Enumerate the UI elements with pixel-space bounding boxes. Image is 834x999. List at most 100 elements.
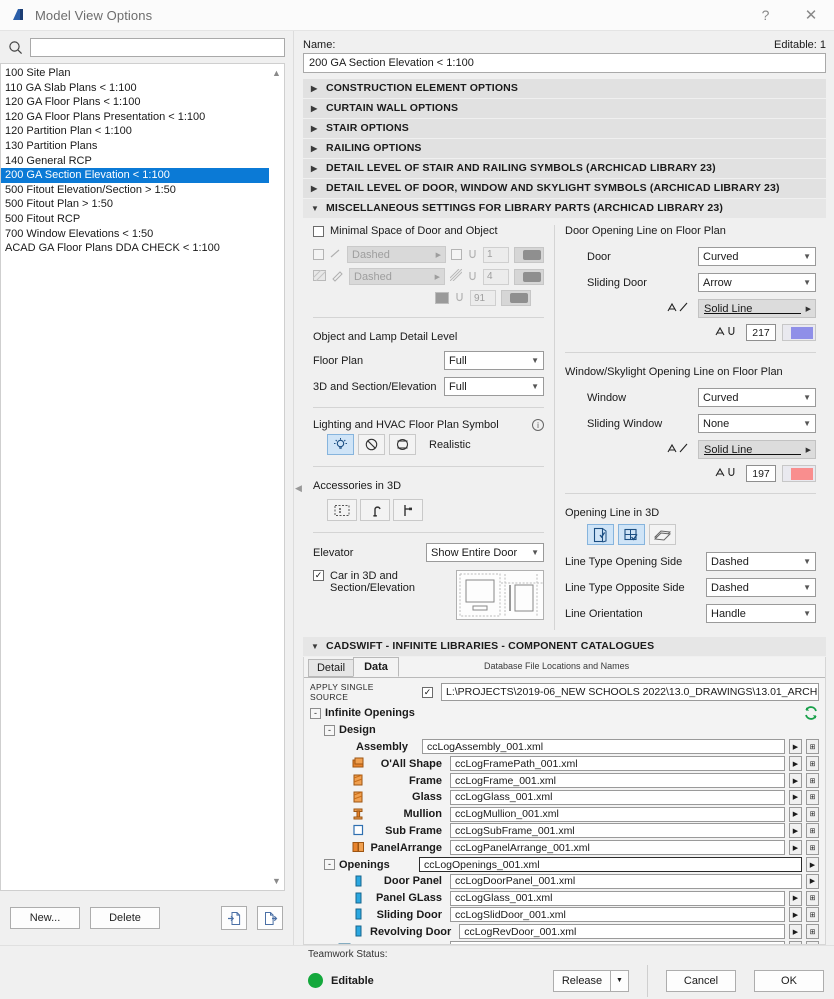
tree-row[interactable]: Enclosure ccLogRevDoorEnclosure_001.xml ▶ ⊞	[310, 940, 819, 944]
view-list-item[interactable]: 120 GA Floor Plans Presentation < 1:100	[1, 110, 269, 125]
tree-grid-button[interactable]: ⊞	[806, 773, 819, 789]
tree-grid-button[interactable]: ⊞	[806, 823, 819, 839]
tree-browse-button[interactable]: ▶	[789, 789, 802, 805]
section-header[interactable]: ▶ RAILING OPTIONS	[303, 139, 826, 158]
view-list-item[interactable]: 200 GA Section Elevation < 1:100	[1, 168, 269, 183]
view-list-item[interactable]: 700 Window Elevations < 1:50	[1, 227, 269, 242]
tab-detail[interactable]: Detail	[308, 659, 354, 677]
tree-browse-button[interactable]: ▶	[789, 773, 802, 789]
minimal-space-row[interactable]: Minimal Space of Door and Object	[313, 225, 544, 237]
sliding-window-select[interactable]: None ▼	[698, 414, 816, 433]
tree-row[interactable]: Assembly ccLogAssembly_001.xml ▶ ⊞	[310, 739, 819, 756]
tree-browse-button[interactable]: ▶	[789, 739, 802, 755]
car-3d-checkbox[interactable]	[313, 570, 324, 581]
list-scrollbar[interactable]: ▲ ▼	[269, 63, 285, 891]
tree-item-value[interactable]: ccLogGlass_001.xml	[450, 789, 785, 805]
window-select[interactable]: Curved ▼	[698, 388, 816, 407]
scroll-up-icon[interactable]: ▲	[272, 68, 281, 78]
close-button[interactable]: ✕	[788, 0, 834, 31]
view-list-item[interactable]: 120 Partition Plan < 1:100	[1, 124, 269, 139]
lighting-symbolic-toggle[interactable]	[327, 434, 354, 455]
pen-color-button-3[interactable]	[501, 290, 531, 306]
accessory-plate-toggle[interactable]	[327, 499, 357, 521]
floor-plan-select[interactable]: Full ▼	[444, 351, 544, 370]
line-type-opening-select[interactable]: Dashed ▼	[706, 552, 816, 571]
tree-browse-button[interactable]: ▶	[789, 823, 802, 839]
tree-item-value[interactable]: ccLogRevDoorEnclosure_001.xml	[450, 941, 785, 944]
tree-item-value[interactable]: ccLogFramePath_001.xml	[450, 756, 785, 772]
tree-row[interactable]: Frame ccLogFrame_001.xml ▶ ⊞	[310, 772, 819, 789]
door-pen-color[interactable]	[782, 324, 816, 341]
tree-browse-button[interactable]: ▶	[789, 840, 802, 856]
tree-item-value[interactable]: ccLogGlass_001.xml	[450, 890, 785, 906]
tree-grid-button[interactable]: ⊞	[806, 890, 819, 906]
tree-row[interactable]: PanelArrange ccLogPanelArrange_001.xml ▶ ⊞	[310, 839, 819, 856]
door-select[interactable]: Curved ▼	[698, 247, 816, 266]
tree-item-value[interactable]: ccLogFrame_001.xml	[450, 773, 785, 789]
pane-splitter[interactable]: ◀	[294, 31, 303, 945]
lighting-realistic-toggle[interactable]	[389, 434, 416, 455]
export-button[interactable]	[257, 906, 283, 930]
line-enable-checkbox-1[interactable]	[313, 249, 324, 260]
tree-browse-button[interactable]: ▶	[789, 806, 802, 822]
search-input[interactable]	[30, 37, 285, 57]
opening-3d-door-toggle[interactable]	[587, 524, 614, 545]
tree-grid-button[interactable]: ⊞	[806, 941, 819, 944]
refresh-icon[interactable]	[803, 705, 819, 721]
view-list-item[interactable]: 100 Site Plan	[1, 66, 269, 81]
pen-number-3[interactable]: 91	[470, 290, 496, 306]
tree-grid-button[interactable]: ⊞	[806, 756, 819, 772]
tree-browse-button[interactable]: ▶	[806, 857, 819, 873]
view-list-item[interactable]: 140 General RCP	[1, 154, 269, 169]
view-list-item[interactable]: 500 Fitout RCP	[1, 212, 269, 227]
tree-row[interactable]: Panel GLass ccLogGlass_001.xml ▶ ⊞	[310, 890, 819, 907]
help-button[interactable]: ?	[743, 0, 788, 31]
window-pen-color[interactable]	[782, 465, 816, 482]
info-icon[interactable]: i	[532, 419, 544, 431]
tree-item-value[interactable]: ccLogRevDoor_001.xml	[459, 924, 785, 940]
new-button[interactable]: New...	[10, 907, 80, 929]
tree-item-value[interactable]: ccLogAssembly_001.xml	[422, 739, 785, 755]
section-header[interactable]: ▶ CURTAIN WALL OPTIONS	[303, 99, 826, 118]
line-orientation-select[interactable]: Handle ▼	[706, 604, 816, 623]
tree-browse-button[interactable]: ▶	[806, 873, 819, 889]
pen-number-1[interactable]: 1	[483, 246, 509, 263]
section-header[interactable]: ▶ DETAIL LEVEL OF STAIR AND RAILING SYMBO…	[303, 159, 826, 178]
opening-3d-window-toggle[interactable]	[618, 524, 645, 545]
view-list-item[interactable]: 120 GA Floor Plans < 1:100	[1, 95, 269, 110]
tree-row[interactable]: Mullion ccLogMullion_001.xml ▶ ⊞	[310, 806, 819, 823]
cancel-button[interactable]: Cancel	[666, 969, 736, 992]
tree-collapse-icon[interactable]: -	[324, 724, 335, 736]
section-header[interactable]: ▶ CONSTRUCTION ELEMENT OPTIONS	[303, 79, 826, 98]
tree-grid-button[interactable]: ⊞	[806, 840, 819, 856]
tree-row[interactable]: O'All Shape ccLogFramePath_001.xml ▶ ⊞	[310, 755, 819, 772]
tree-grid-button[interactable]: ⊞	[806, 907, 819, 923]
scroll-down-icon[interactable]: ▼	[272, 876, 281, 886]
release-dropdown-icon[interactable]: ▼	[611, 969, 629, 992]
tree-row[interactable]: - Design	[310, 722, 819, 739]
tree-item-value[interactable]: ccLogPanelArrange_001.xml	[450, 840, 785, 856]
tree-browse-button[interactable]: ▶	[789, 890, 802, 906]
view-list-item[interactable]: 500 Fitout Plan > 1:50	[1, 197, 269, 212]
view-list-item[interactable]: ACAD GA Floor Plans DDA CHECK < 1:100	[1, 241, 269, 256]
tree-grid-button[interactable]: ⊞	[806, 789, 819, 805]
tree-browse-button[interactable]: ▶	[789, 907, 802, 923]
tree-browse-button[interactable]: ▶	[789, 924, 802, 940]
view-list[interactable]: 100 Site Plan 110 GA Slab Plans < 1:100 12…	[0, 63, 269, 891]
tree-grid-button[interactable]: ⊞	[806, 739, 819, 755]
tree-row[interactable]: - Infinite Openings	[310, 705, 819, 722]
view-list-item[interactable]: 110 GA Slab Plans < 1:100	[1, 81, 269, 96]
tree-row[interactable]: Sliding Door ccLogSlidDoor_001.xml ▶ ⊞	[310, 907, 819, 924]
view-list-item[interactable]: 500 Fitout Elevation/Section > 1:50	[1, 183, 269, 198]
tree-item-value[interactable]: ccLogOpenings_001.xml	[419, 857, 802, 873]
tree-row[interactable]: Glass ccLogGlass_001.xml ▶ ⊞	[310, 789, 819, 806]
three-d-select[interactable]: Full ▼	[444, 377, 544, 396]
name-input[interactable]: 200 GA Section Elevation < 1:100	[303, 53, 826, 73]
view-list-item[interactable]: 130 Partition Plans	[1, 139, 269, 154]
import-button[interactable]	[221, 906, 247, 930]
tab-data[interactable]: Data	[353, 657, 399, 677]
tree-grid-button[interactable]: ⊞	[806, 924, 819, 940]
line-type-opposite-select[interactable]: Dashed ▼	[706, 578, 816, 597]
tree-browse-button[interactable]: ▶	[789, 941, 802, 944]
tree-browse-button[interactable]: ▶	[789, 756, 802, 772]
